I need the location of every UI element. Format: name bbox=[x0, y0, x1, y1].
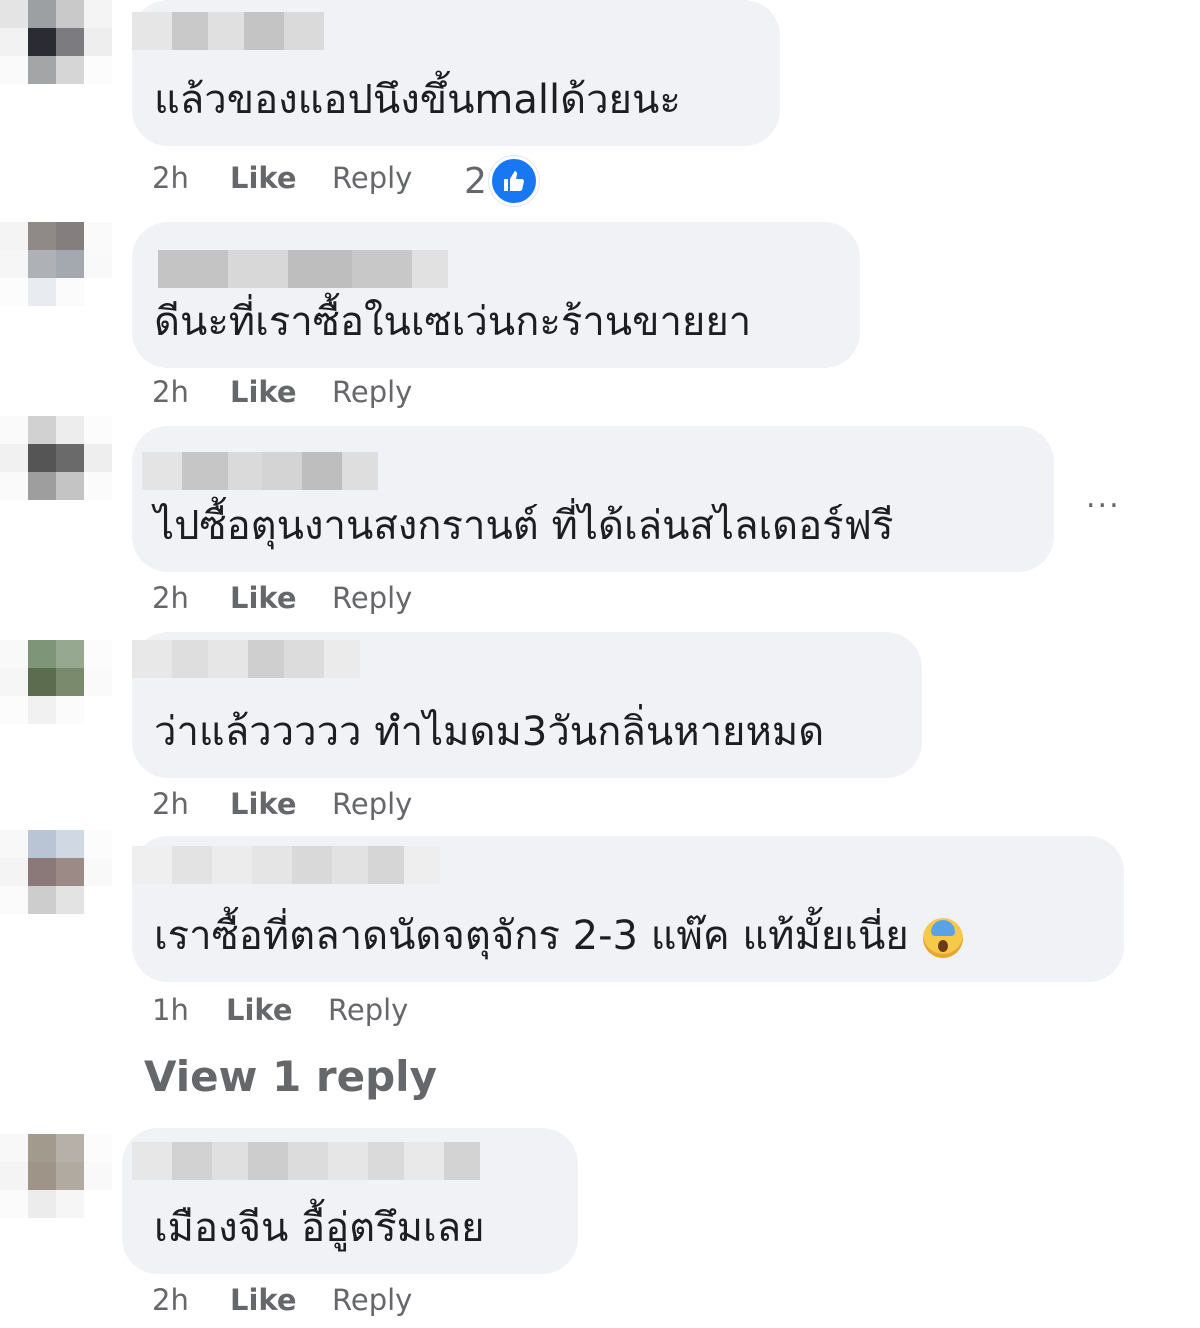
comment-text-value: เราซื้อที่ตลาดนัดจตุจักร 2-3 แพ๊ค แท้มั้… bbox=[154, 913, 909, 959]
comment-bubble: เราซื้อที่ตลาดนัดจตุจักร 2-3 แพ๊ค แท้มั้… bbox=[132, 836, 1124, 982]
reply-button[interactable]: Reply bbox=[332, 581, 412, 615]
timestamp[interactable]: 2h bbox=[152, 787, 230, 821]
reaction-count[interactable]: 2 bbox=[464, 156, 539, 206]
author-name-blurred[interactable] bbox=[132, 12, 324, 50]
author-name-blurred[interactable] bbox=[142, 452, 378, 490]
like-button[interactable]: Like bbox=[230, 787, 332, 821]
comment-text: แล้วของแอปนึงขึ้นmallด้วยนะ bbox=[154, 77, 681, 123]
author-name-blurred[interactable] bbox=[132, 1142, 480, 1180]
reaction-count-value: 2 bbox=[464, 160, 487, 202]
reply-button[interactable]: Reply bbox=[328, 993, 408, 1027]
view-replies-link[interactable]: View 1 reply bbox=[144, 1052, 437, 1101]
reply-button[interactable]: Reply bbox=[332, 787, 412, 821]
comment-bubble: เมืองจีน อื้อู่ตรึมเลย bbox=[122, 1128, 578, 1274]
timestamp[interactable]: 1h bbox=[152, 993, 226, 1027]
comment-actions: 2h Like Reply bbox=[152, 784, 412, 824]
comment-actions: 2h Like Reply bbox=[152, 158, 412, 198]
comment-text: เราซื้อที่ตลาดนัดจตุจักร 2-3 แพ๊ค แท้มั้… bbox=[154, 912, 963, 960]
avatar[interactable] bbox=[0, 0, 112, 112]
avatar[interactable] bbox=[0, 1134, 112, 1246]
reply-button[interactable]: Reply bbox=[332, 1283, 412, 1317]
comment-text: ดีนะที่เราซื้อในเซเว่นกะร้านขายยา bbox=[154, 299, 752, 345]
avatar[interactable] bbox=[0, 416, 112, 528]
comment-text: ว่าแล้ววววว ทำไมดม3วันกลิ่นหายหมด bbox=[154, 709, 825, 755]
comment-actions: 2h Like Reply bbox=[152, 1280, 412, 1320]
comment-text: เมืองจีน อื้อู่ตรึมเลย bbox=[154, 1205, 485, 1251]
author-name-blurred[interactable] bbox=[132, 640, 360, 678]
like-button[interactable]: Like bbox=[230, 375, 332, 409]
timestamp[interactable]: 2h bbox=[152, 581, 230, 615]
thumbs-up-icon bbox=[488, 156, 539, 206]
comment-bubble: แล้วของแอปนึงขึ้นmallด้วยนะ bbox=[132, 0, 780, 146]
like-button[interactable]: Like bbox=[230, 161, 332, 195]
more-options-icon[interactable]: ... bbox=[1086, 480, 1121, 515]
comment-actions: 1h Like Reply bbox=[152, 990, 408, 1030]
like-button[interactable]: Like bbox=[226, 993, 328, 1027]
face-screaming-in-fear-icon bbox=[922, 918, 963, 958]
avatar[interactable] bbox=[0, 640, 112, 752]
avatar[interactable] bbox=[0, 222, 112, 334]
reply-button[interactable]: Reply bbox=[332, 161, 412, 195]
comment-text: ไปซื้อตุนงานสงกรานต์ ที่ได้เล่นสไลเดอร์ฟ… bbox=[154, 503, 894, 549]
author-name-blurred[interactable] bbox=[158, 250, 448, 288]
comment-bubble: ดีนะที่เราซื้อในเซเว่นกะร้านขายยา bbox=[132, 222, 860, 368]
timestamp[interactable]: 2h bbox=[152, 1283, 230, 1317]
timestamp[interactable]: 2h bbox=[152, 161, 230, 195]
comment-actions: 2h Like Reply bbox=[152, 578, 412, 618]
avatar[interactable] bbox=[0, 830, 112, 942]
like-button[interactable]: Like bbox=[230, 581, 332, 615]
comment-actions: 2h Like Reply bbox=[152, 372, 412, 412]
comment-bubble: ไปซื้อตุนงานสงกรานต์ ที่ได้เล่นสไลเดอร์ฟ… bbox=[132, 426, 1054, 572]
like-button[interactable]: Like bbox=[230, 1283, 332, 1317]
comment-bubble: ว่าแล้ววววว ทำไมดม3วันกลิ่นหายหมด bbox=[132, 632, 922, 778]
reply-button[interactable]: Reply bbox=[332, 375, 412, 409]
author-name-blurred[interactable] bbox=[132, 846, 440, 884]
timestamp[interactable]: 2h bbox=[152, 375, 230, 409]
